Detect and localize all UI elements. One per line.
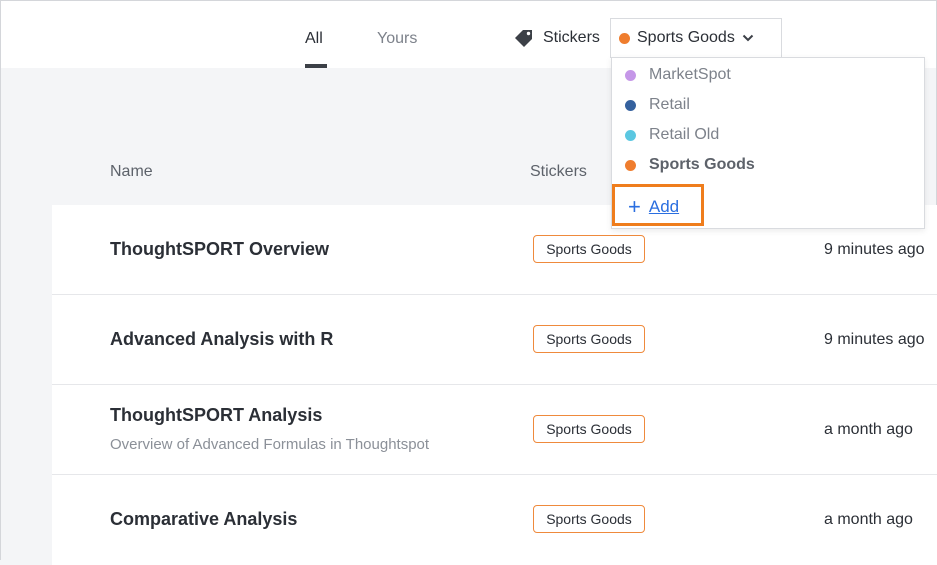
list-item[interactable]: ThoughtSPORT Analysis Overview of Advanc… <box>52 385 937 475</box>
sticker-dropdown-menu: MarketSpot Retail Retail Old Sports Good… <box>611 57 925 229</box>
tag-icon <box>515 30 532 47</box>
menu-item-sports-goods[interactable]: Sports Goods <box>625 155 755 175</box>
plus-icon: + <box>628 194 641 219</box>
modified-time: 9 minutes ago <box>824 241 925 258</box>
stickers-filter[interactable]: Stickers <box>514 29 600 47</box>
sticker-tag[interactable]: Sports Goods <box>533 505 645 533</box>
sticker-color-dot <box>625 99 636 111</box>
tab-yours[interactable]: Yours <box>377 30 417 48</box>
menu-item-label: MarketSpot <box>649 66 731 83</box>
list-item[interactable]: Comparative Analysis Sports Goods a mont… <box>52 475 937 565</box>
column-header-stickers[interactable]: Stickers <box>530 163 587 181</box>
sticker-tag[interactable]: Sports Goods <box>533 325 645 353</box>
item-title[interactable]: ThoughtSPORT Analysis <box>110 405 322 426</box>
menu-item-label: Retail Old <box>649 126 720 143</box>
item-title[interactable]: Comparative Analysis <box>110 509 297 530</box>
selected-sticker-label: Sports Goods <box>637 29 735 46</box>
add-sticker-highlight: + Add <box>612 184 704 226</box>
menu-item-retail[interactable]: Retail <box>625 95 690 115</box>
stickers-filter-label: Stickers <box>543 29 600 46</box>
modified-time: a month ago <box>824 511 913 528</box>
item-title[interactable]: Advanced Analysis with R <box>110 329 333 350</box>
item-title[interactable]: ThoughtSPORT Overview <box>110 239 329 260</box>
tab-all[interactable]: All <box>305 30 323 48</box>
menu-item-label: Retail <box>649 96 690 113</box>
sticker-color-dot <box>625 159 636 171</box>
answers-list: ThoughtSPORT Overview Sports Goods 9 min… <box>52 205 937 565</box>
sticker-color-dot <box>625 69 636 81</box>
column-header-name[interactable]: Name <box>110 163 153 181</box>
menu-item-retail-old[interactable]: Retail Old <box>625 125 719 145</box>
sticker-dropdown[interactable]: Sports Goods <box>610 18 782 58</box>
menu-item-marketspot[interactable]: MarketSpot <box>625 65 731 85</box>
item-description: Overview of Advanced Formulas in Thought… <box>110 436 430 453</box>
add-sticker-button[interactable]: + Add <box>628 194 680 219</box>
modified-time: a month ago <box>824 421 913 438</box>
sticker-color-dot <box>625 129 636 141</box>
add-sticker-label: Add <box>648 197 680 216</box>
list-item[interactable]: Advanced Analysis with R Sports Goods 9 … <box>52 295 937 385</box>
chevron-down-icon <box>742 34 754 42</box>
menu-item-label: Sports Goods <box>649 156 755 173</box>
selected-sticker-dot <box>619 32 630 44</box>
modified-time: 9 minutes ago <box>824 331 925 348</box>
sticker-tag[interactable]: Sports Goods <box>533 235 645 263</box>
sticker-tag[interactable]: Sports Goods <box>533 415 645 443</box>
active-tab-indicator <box>305 64 327 68</box>
